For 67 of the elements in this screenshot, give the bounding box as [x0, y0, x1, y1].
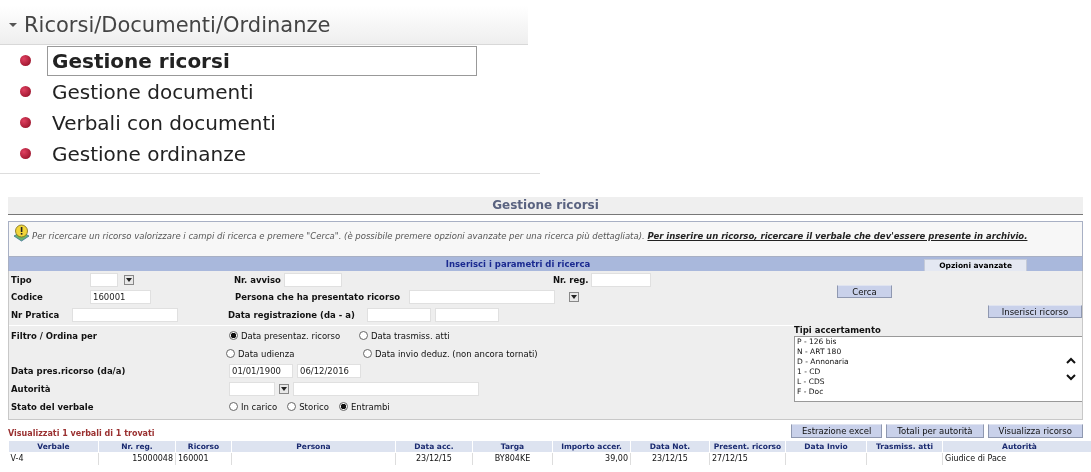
- scroll-down-icon[interactable]: [1066, 374, 1076, 381]
- table-cell: BY804KE: [472, 452, 553, 465]
- bullet-icon: [20, 117, 31, 128]
- dropdown-button[interactable]: [569, 292, 580, 303]
- radio-option[interactable]: Entrambi: [338, 401, 390, 412]
- insert-link[interactable]: Per inserire un ricorso, ricercare il verbale che dev'essere presente in archivio.: [647, 231, 1028, 241]
- tipo-select[interactable]: [90, 272, 118, 287]
- date-field[interactable]: 01/01/1900: [229, 364, 293, 379]
- table-cell: Giudice di Pace: [942, 452, 1091, 465]
- action-button[interactable]: Visualizza ricorso: [987, 423, 1083, 438]
- menu-item[interactable]: Gestione ordinanze: [47, 140, 251, 167]
- instruction-text: Per ricercare un ricorso valorizzare i campi di ricerca e premere "Cerca". (è possibile premere opzioni avanzate per una ricerca più dettagliata). Per inserire un ricorso, ricercare il verbale che dev'essere presente in archivio.: [32, 230, 1028, 242]
- table-cell: 23/12/15: [395, 452, 473, 465]
- radio-option[interactable]: Storico: [287, 401, 329, 412]
- bullet-icon: [20, 55, 31, 66]
- caret-icon: [571, 295, 578, 300]
- action-button[interactable]: Estrazione excel: [790, 423, 883, 438]
- search-button[interactable]: Cerca: [837, 285, 892, 298]
- date-field[interactable]: 06/12/2016: [297, 364, 361, 379]
- section-title: Inserisci i parametri di ricerca: [445, 258, 591, 271]
- table-cell: 39,00: [552, 452, 631, 465]
- input-field[interactable]: [293, 381, 479, 396]
- field-label: Codice: [11, 292, 44, 303]
- field-label: Nr Pratica: [11, 309, 61, 320]
- input-field[interactable]: 160001: [90, 290, 151, 305]
- warning-icon: [13, 224, 30, 242]
- input-field[interactable]: [283, 272, 342, 287]
- radio-option[interactable]: Data invio deduz. (non ancora tornati): [363, 348, 538, 359]
- field-label: Persona che ha presentato ricorso: [235, 292, 401, 303]
- field-label: Tipo: [11, 274, 33, 285]
- page-title: Gestione ricorsi: [492, 198, 599, 212]
- field-label: Nr. avviso: [234, 274, 281, 285]
- action-button[interactable]: Totali per autorità: [886, 423, 984, 438]
- table-cell: V-4: [8, 452, 99, 465]
- insert-button[interactable]: Inserisci ricorso: [988, 305, 1082, 318]
- field-label: Nr. reg.: [552, 274, 589, 285]
- results-summary: Visualizzati 1 verbali di 1 trovati: [8, 428, 155, 438]
- radio-option[interactable]: Data presentaz. ricorso: [229, 330, 359, 341]
- table-cell: 23/12/15: [630, 452, 710, 465]
- scroll-up-icon[interactable]: [1066, 357, 1076, 364]
- date-field[interactable]: [367, 307, 431, 322]
- dropdown-button[interactable]: [279, 383, 289, 394]
- radio-option[interactable]: In carico: [229, 401, 278, 412]
- menu-item[interactable]: Verbali con documenti: [47, 109, 281, 136]
- input-field[interactable]: [591, 272, 652, 287]
- table-cell: 15000048: [98, 452, 176, 465]
- field-label: Autorità: [11, 383, 52, 394]
- radio-option[interactable]: Data udienza: [226, 348, 363, 359]
- table-cell: 160001: [175, 452, 232, 465]
- table-cell: 27/12/15: [709, 452, 786, 465]
- field-label: Data pres.ricorso (da/a): [11, 366, 127, 377]
- dropdown-button[interactable]: [124, 274, 134, 285]
- field-label: Stato del verbale: [11, 401, 95, 412]
- input-field[interactable]: [72, 307, 178, 322]
- bullet-icon: [20, 86, 31, 97]
- field-label: Filtro / Ordina per: [11, 330, 98, 341]
- caret-icon[interactable]: [8, 21, 18, 29]
- input-field[interactable]: [409, 290, 556, 305]
- field-label: Tipi accertamento: [794, 325, 882, 335]
- radio-option[interactable]: Data trasmiss. atti: [359, 330, 450, 341]
- caret-icon: [281, 386, 287, 391]
- caret-icon: [126, 277, 132, 282]
- menu-item[interactable]: Gestione ricorsi: [47, 45, 477, 76]
- field-label: Data registrazione (da - a): [228, 309, 356, 320]
- menu-item[interactable]: Gestione documenti: [47, 78, 259, 105]
- date-field[interactable]: [435, 307, 499, 322]
- bullet-icon: [20, 148, 31, 159]
